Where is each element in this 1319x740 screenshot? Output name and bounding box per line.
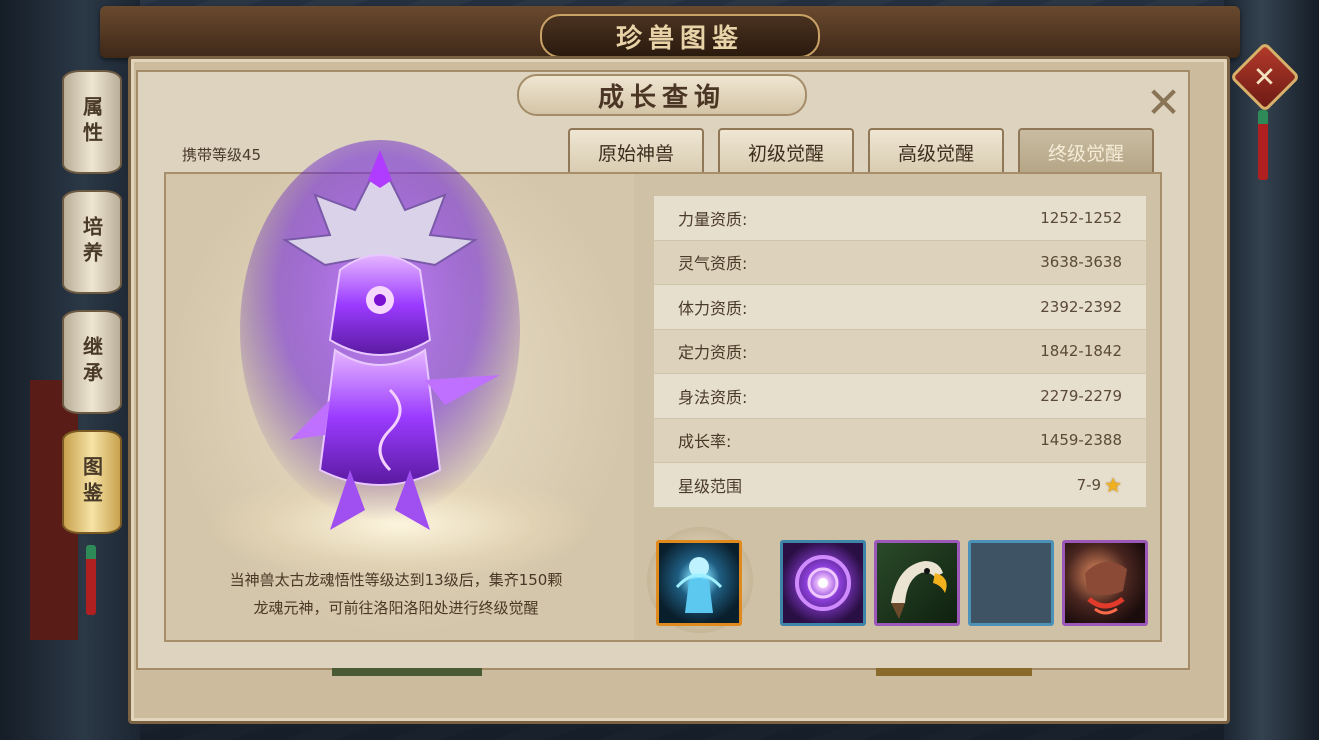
skill-slot-4-empty[interactable] bbox=[968, 540, 1054, 626]
stat-value: 1459-2388 bbox=[1040, 431, 1122, 450]
flame-fist-icon bbox=[1085, 561, 1127, 615]
bottom-decoration-left bbox=[332, 668, 482, 676]
stat-name: 星级范围 bbox=[678, 476, 743, 496]
stat-row-strength: 力量资质: 1252-1252 bbox=[654, 196, 1146, 241]
dragon-creature-image bbox=[240, 140, 520, 530]
skill-slot-1[interactable] bbox=[656, 540, 742, 626]
window-title-plate: 珍兽图鉴 bbox=[540, 14, 820, 58]
tab-advanced-awakening[interactable]: 高级觉醒 bbox=[868, 128, 1004, 174]
side-nav-item-cultivate[interactable]: 培养 bbox=[62, 190, 122, 294]
stat-name: 成长率: bbox=[678, 432, 732, 452]
tassel-left bbox=[86, 545, 96, 615]
tab-primary-awakening[interactable]: 初级觉醒 bbox=[718, 128, 854, 174]
skill-slot-3[interactable] bbox=[874, 540, 960, 626]
awakening-description: 当神兽太古龙魂悟性等级达到13级后，集齐150颗 龙魂元神，可前往洛阳洛阳处进行… bbox=[176, 566, 616, 622]
stat-value: 2392-2392 bbox=[1040, 297, 1122, 316]
skill-slot-2[interactable] bbox=[780, 540, 866, 626]
side-nav-label: 继承 bbox=[79, 336, 104, 388]
tab-original[interactable]: 原始神兽 bbox=[568, 128, 704, 174]
stat-name: 身法资质: bbox=[678, 387, 748, 407]
awakening-tabs: 原始神兽 初级觉醒 高级觉醒 终级觉醒 bbox=[568, 128, 1154, 174]
stat-name: 力量资质: bbox=[678, 209, 748, 229]
stat-name: 定力资质: bbox=[678, 343, 748, 363]
spirit-figure-icon bbox=[675, 557, 723, 613]
bottom-decoration-right bbox=[876, 668, 1032, 676]
tassel-right bbox=[1258, 110, 1268, 180]
scene-right-wall bbox=[1224, 0, 1319, 740]
stat-value: 1252-1252 bbox=[1040, 208, 1122, 227]
description-line-1: 当神兽太古龙魂悟性等级达到13级后，集齐150颗 bbox=[229, 571, 563, 589]
panel-title: 成长查询 bbox=[597, 82, 726, 113]
stat-row-concentration: 定力资质: 1842-1842 bbox=[654, 329, 1146, 374]
side-nav: 属性 培养 继承 图鉴 bbox=[62, 70, 124, 550]
skill-slot-5[interactable] bbox=[1062, 540, 1148, 626]
stat-name: 灵气资质: bbox=[678, 254, 748, 274]
stat-value-star: 7-9 ★ bbox=[1077, 473, 1122, 497]
eagle-icon bbox=[891, 561, 947, 619]
side-nav-item-attributes[interactable]: 属性 bbox=[62, 70, 122, 174]
stat-value: 1842-1842 bbox=[1040, 342, 1122, 361]
stat-name: 体力资质: bbox=[678, 298, 748, 318]
side-nav-label: 图鉴 bbox=[79, 456, 104, 508]
stat-row-agility: 身法资质: 2279-2279 bbox=[654, 374, 1146, 419]
stat-row-star-range: 星级范围 7-9 ★ bbox=[654, 463, 1146, 508]
side-nav-label: 属性 bbox=[79, 96, 104, 148]
stat-value: 2279-2279 bbox=[1040, 386, 1122, 405]
panel-title-plate: 成长查询 bbox=[517, 74, 807, 116]
panel-close-icon[interactable]: ✕ bbox=[1146, 78, 1181, 127]
tab-ultimate-awakening[interactable]: 终级觉醒 bbox=[1018, 128, 1154, 174]
side-nav-label: 培养 bbox=[79, 216, 104, 268]
description-line-2: 龙魂元神，可前往洛阳洛阳处进行终级觉醒 bbox=[253, 599, 539, 617]
stat-value: 7-9 bbox=[1076, 475, 1102, 494]
stat-value: 3638-3638 bbox=[1040, 253, 1122, 272]
window-title: 珍兽图鉴 bbox=[615, 23, 744, 54]
side-nav-item-handbook[interactable]: 图鉴 bbox=[62, 430, 122, 534]
stat-row-growth-rate: 成长率: 1459-2388 bbox=[654, 418, 1146, 463]
vortex-icon bbox=[795, 555, 851, 611]
close-icon: ✕ bbox=[1253, 60, 1277, 94]
side-nav-item-inherit[interactable]: 继承 bbox=[62, 310, 122, 414]
stat-row-stamina: 体力资质: 2392-2392 bbox=[654, 285, 1146, 330]
star-icon: ★ bbox=[1104, 472, 1122, 497]
stat-row-spirit: 灵气资质: 3638-3638 bbox=[654, 240, 1146, 285]
stats-table: 力量资质: 1252-1252 灵气资质: 3638-3638 体力资质: 23… bbox=[654, 196, 1146, 508]
